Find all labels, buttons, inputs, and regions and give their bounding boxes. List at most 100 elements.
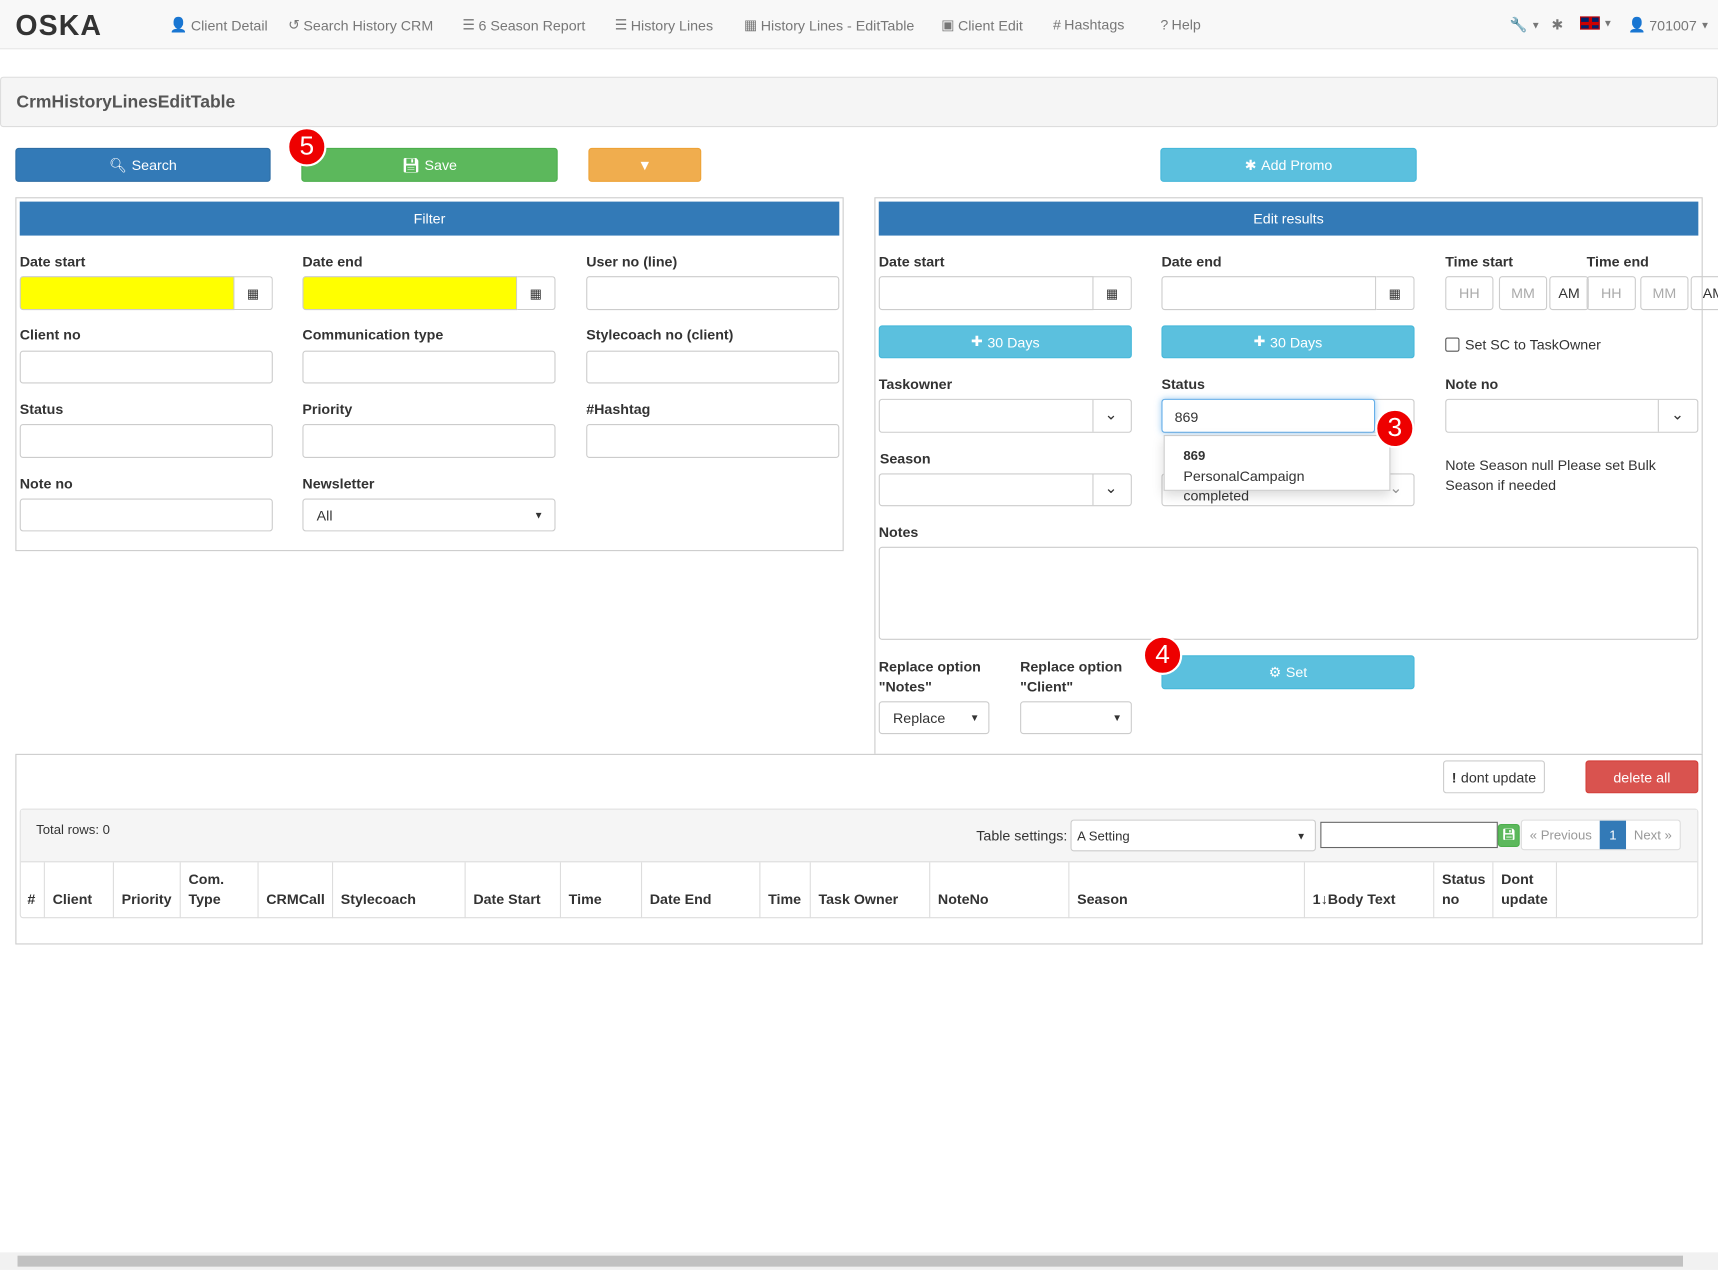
nav-history-lines[interactable]: ☰ History Lines: [615, 16, 713, 34]
user-menu[interactable]: 👤 701007 ▼: [1628, 16, 1710, 34]
calendar-icon[interactable]: ▦: [234, 276, 273, 311]
column-header[interactable]: Time: [561, 862, 643, 919]
nav-client-edit[interactable]: ▣ Client Edit: [941, 16, 1023, 34]
newsletter-select[interactable]: All ▼: [302, 498, 556, 532]
list-icon: ☰: [614, 16, 628, 33]
language-menu[interactable]: ▼: [1579, 16, 1613, 30]
user-icon: 👤: [169, 16, 188, 33]
filter-date-end-input[interactable]: [302, 276, 518, 311]
delete-all-button[interactable]: delete all: [1585, 760, 1699, 794]
time-end-hour-input[interactable]: HH: [1586, 276, 1636, 311]
column-header[interactable]: Priority: [114, 862, 181, 919]
column-header[interactable]: Time: [760, 862, 811, 919]
caret-down-icon: ▼: [969, 712, 980, 724]
step-badge-5: 5: [287, 127, 327, 167]
time-start-minute-input[interactable]: MM: [1498, 276, 1548, 311]
filter-client-no-input[interactable]: [19, 350, 273, 384]
calendar-icon[interactable]: ▦: [1093, 276, 1132, 311]
filter-stylecoach-input[interactable]: [586, 350, 840, 384]
dont-update-button[interactable]: ! dont update: [1443, 760, 1545, 794]
replace-notes-select[interactable]: Replace ▼: [878, 701, 990, 735]
chevron-down-icon: ⌄: [1104, 405, 1118, 423]
filter-hashtag-input[interactable]: [586, 424, 840, 459]
previous-page-button[interactable]: « Previous: [1522, 821, 1600, 849]
time-start-ampm-button[interactable]: AM: [1549, 276, 1589, 311]
add-promo-button[interactable]: ✱ Add Promo: [1160, 147, 1417, 182]
set-button[interactable]: ⚙ Set: [1161, 655, 1415, 690]
exclamation-icon: !: [1451, 768, 1457, 786]
plus-icon: ✚: [970, 333, 983, 350]
scrollbar-thumb[interactable]: [17, 1255, 1683, 1267]
time-end-minute-input[interactable]: MM: [1640, 276, 1689, 311]
label: Status: [19, 401, 64, 418]
save-setting-button[interactable]: 💾︎: [1497, 823, 1520, 847]
nav-season-report[interactable]: ☰ 6 Season Report: [462, 16, 585, 34]
column-header[interactable]: #: [20, 862, 45, 919]
set-sc-checkbox[interactable]: [1445, 337, 1460, 352]
filter-button[interactable]: ▼: [588, 147, 702, 182]
edit-date-end-input[interactable]: [1161, 276, 1377, 311]
table-settings-select[interactable]: A Setting ▼: [1070, 819, 1316, 852]
column-header[interactable]: Season: [1069, 862, 1305, 919]
tools-menu[interactable]: 🔧 ▼: [1510, 16, 1541, 34]
edit-date-start-input[interactable]: [878, 276, 1094, 311]
search-button[interactable]: 🔍︎ Search: [15, 147, 271, 182]
label: Newsletter: [302, 475, 375, 492]
nav-search-history[interactable]: ↺ Search History CRM: [288, 16, 433, 34]
column-header[interactable]: Com. Type: [181, 862, 259, 919]
column-header[interactable]: 1↓Body Text: [1305, 862, 1435, 919]
column-header[interactable]: Date Start: [466, 862, 561, 919]
label: User no (line): [586, 253, 678, 270]
next-page-button[interactable]: Next »: [1626, 821, 1680, 849]
label: Status: [1161, 375, 1205, 393]
column-header[interactable]: Date End: [642, 862, 761, 919]
logo[interactable]: OSKA: [15, 9, 102, 43]
nav-hashtags[interactable]: # Hashtags: [1053, 16, 1124, 32]
filter-date-start-input[interactable]: [19, 276, 235, 311]
column-header[interactable]: CRMCall: [259, 862, 334, 919]
column-header[interactable]: Dont update: [1493, 862, 1557, 919]
replace-client-select[interactable]: ▼: [1020, 701, 1132, 735]
column-header[interactable]: Client: [45, 862, 114, 919]
calendar-icon[interactable]: ▦: [1376, 276, 1415, 311]
nav-history-lines-edittable[interactable]: ▦ History Lines - EditTable: [744, 16, 914, 34]
filter-communication-type-input[interactable]: [302, 350, 556, 384]
setting-name-input[interactable]: [1320, 821, 1498, 849]
page-1-button[interactable]: 1: [1599, 820, 1627, 850]
column-header[interactable]: Task Owner: [811, 862, 931, 919]
bug-icon[interactable]: ✱: [1552, 16, 1564, 34]
filter-priority-input[interactable]: [302, 424, 556, 459]
label: Taskowner: [878, 375, 953, 393]
taskowner-select[interactable]: [878, 398, 1132, 433]
hashtag-icon: #: [1052, 16, 1061, 33]
caret-down-icon: ▼: [1112, 712, 1122, 724]
filter-note-no-input[interactable]: [19, 498, 273, 532]
season-select[interactable]: [878, 473, 1132, 507]
time-end-ampm-button[interactable]: AM: [1690, 276, 1718, 311]
date-end-plus30-button[interactable]: ✚ 30 Days: [1161, 325, 1415, 359]
user-icon: 👤: [1628, 16, 1646, 33]
save-button[interactable]: 💾︎ Save: [301, 147, 558, 182]
label: Date start: [19, 253, 86, 270]
chevron-down-icon: ⌄: [1670, 405, 1684, 423]
note-no-select[interactable]: [1445, 398, 1699, 433]
filter-user-no-input[interactable]: [586, 276, 840, 311]
calendar-icon[interactable]: ▦: [517, 276, 556, 311]
filter-icon: ▼: [637, 156, 652, 174]
label: Time end: [1586, 253, 1649, 270]
nav-help[interactable]: ? Help: [1160, 16, 1201, 32]
suggestion-code: 869: [1183, 448, 1206, 464]
notes-textarea[interactable]: [878, 546, 1699, 640]
column-header[interactable]: NoteNo: [930, 862, 1070, 919]
status-suggestion-item[interactable]: 869 PersonalCampaign completed: [1163, 434, 1391, 504]
column-header[interactable]: Status no: [1434, 862, 1494, 919]
date-start-plus30-button[interactable]: ✚ 30 Days: [878, 325, 1132, 359]
time-start-hour-input[interactable]: HH: [1445, 276, 1494, 311]
nav-client-detail[interactable]: 👤 Client Detail: [170, 16, 268, 34]
suggestion-text: PersonalCampaign completed: [1183, 467, 1305, 505]
status-search-input[interactable]: 869: [1161, 398, 1376, 433]
column-header[interactable]: Stylecoach: [333, 862, 466, 919]
season-note: Note Season null Please set Bulk Season …: [1445, 456, 1656, 494]
filter-status-input[interactable]: [19, 424, 273, 459]
horizontal-scrollbar[interactable]: [0, 1252, 1718, 1270]
